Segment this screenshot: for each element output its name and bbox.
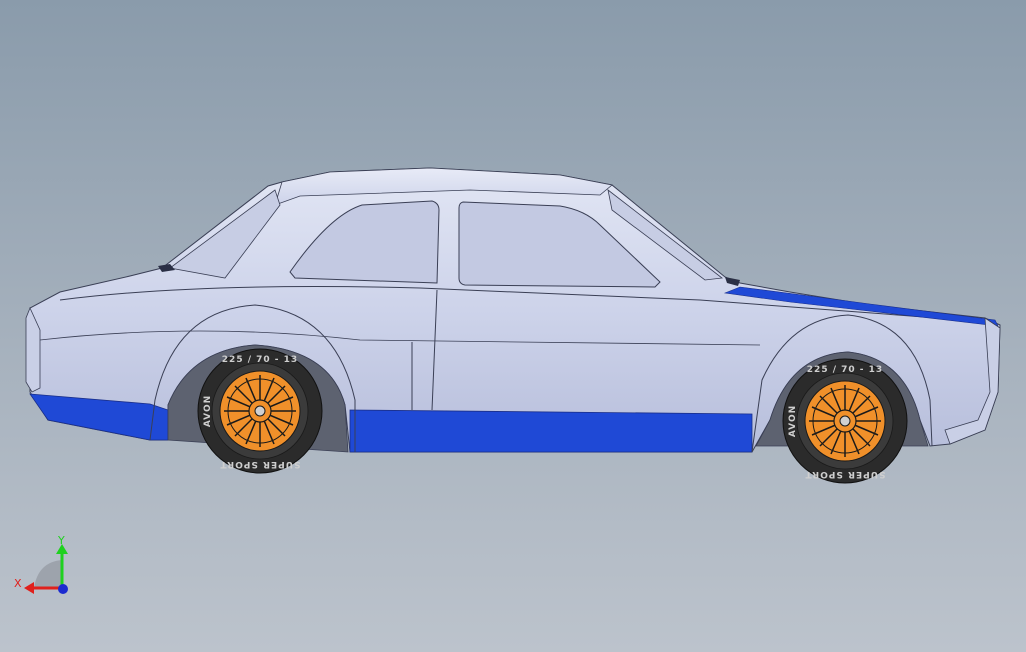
rear-tire-size-text: 225 / 70 - 13 — [222, 355, 298, 365]
rear-wheel[interactable]: 225 / 70 - 13 AVON SUPER SPORT — [197, 348, 323, 474]
front-rim — [804, 380, 886, 462]
rear-tire-model-text: SUPER SPORT — [220, 459, 301, 469]
front-tire-model-text: SUPER SPORT — [805, 469, 886, 479]
front-wheel[interactable]: 225 / 70 - 13 AVON SUPER SPORT — [782, 358, 908, 484]
rear-rim — [219, 370, 301, 452]
front-tire-brand-text: AVON — [788, 405, 798, 437]
rear-tire-brand-text: AVON — [203, 395, 213, 427]
rocker-panel-stripe — [349, 409, 753, 453]
front-tire-size-text: 225 / 70 - 13 — [807, 365, 883, 375]
graphics-viewport[interactable]: 225 / 70 - 13 AVON SUPER SPORT 225 / 70 … — [0, 0, 1026, 652]
car-model-3d-view[interactable]: 225 / 70 - 13 AVON SUPER SPORT 225 / 70 … — [0, 0, 1026, 652]
